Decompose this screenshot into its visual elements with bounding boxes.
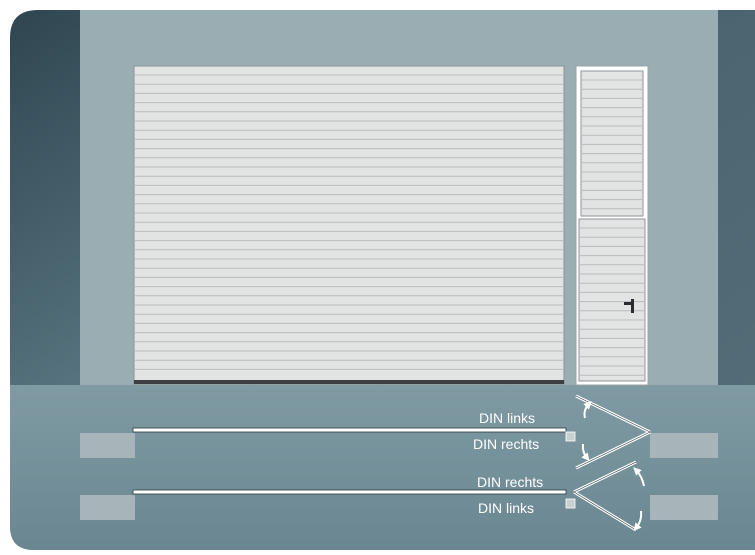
- door-line-lower: [132, 489, 567, 495]
- wall-block-left-lower: [80, 495, 135, 520]
- label-din-rechts-upper: DIN rechts: [473, 436, 540, 452]
- label-din-links-upper: DIN links: [479, 410, 536, 426]
- door-line-upper: [132, 427, 567, 433]
- sectional-door: [133, 65, 565, 385]
- wall-block-left-upper: [80, 433, 135, 458]
- door-configuration-diagram: DIN links DIN rechts DIN rechts DIN link…: [0, 0, 755, 550]
- label-din-links-lower: DIN links: [478, 500, 535, 516]
- wall-block-right-upper: [650, 433, 718, 458]
- floor-area: [10, 385, 755, 550]
- side-door-upper-panel: [580, 70, 644, 217]
- wall-block-right-lower: [650, 495, 718, 520]
- label-din-rechts-lower: DIN rechts: [477, 474, 544, 490]
- hinge-square-lower: [565, 498, 576, 509]
- side-door: [575, 65, 649, 386]
- hinge-square-upper: [565, 431, 576, 442]
- door-bottom-seal: [134, 380, 564, 384]
- right-shadow-strip: [718, 10, 755, 385]
- diagram-canvas: [10, 10, 755, 550]
